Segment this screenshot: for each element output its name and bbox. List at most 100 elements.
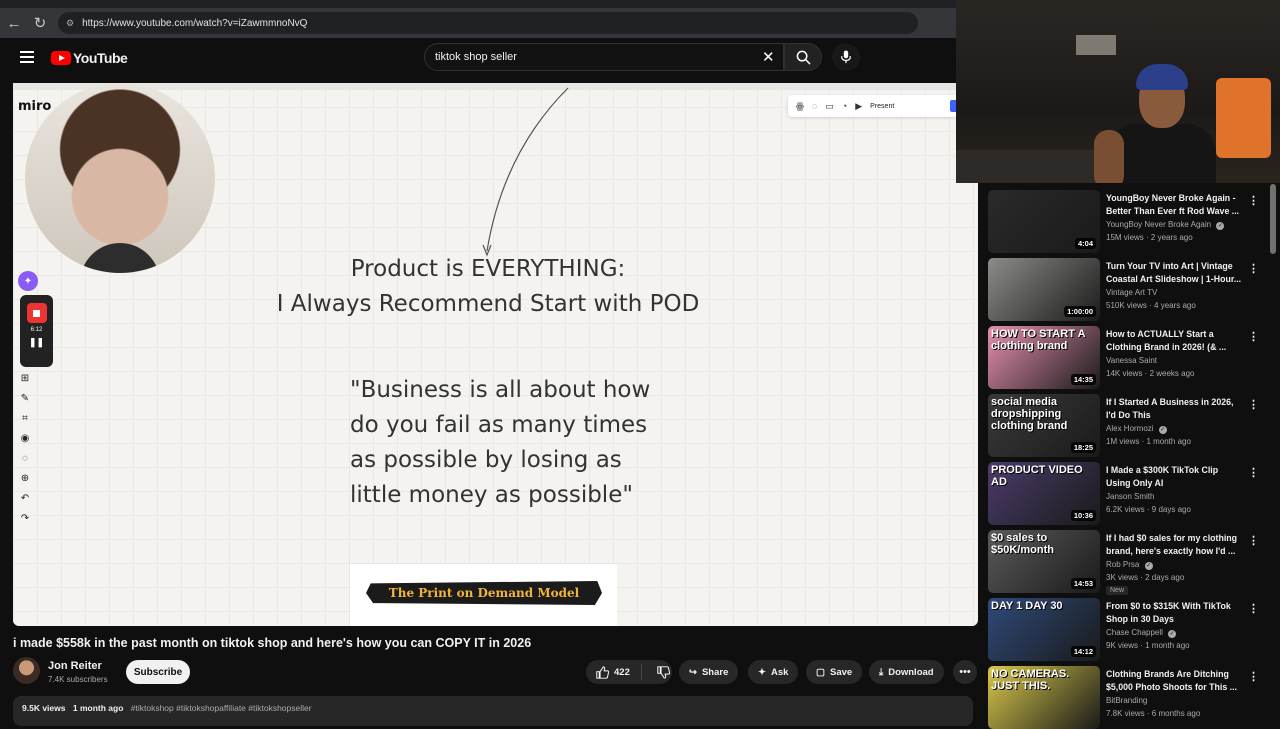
thumbnail-text: DAY 1 DAY 30: [991, 600, 1063, 612]
room-light: [1076, 35, 1116, 55]
video-thumbnail[interactable]: HOW TO START A clothing brand 14:35: [988, 326, 1100, 389]
presenter-webcam: [25, 83, 215, 273]
video-thumbnail[interactable]: $0 sales to $50K/month 14:53: [988, 530, 1100, 593]
recommendation-channel-name: Rob Prsa: [1106, 560, 1140, 569]
save-button[interactable]: ▢ Save: [806, 660, 863, 684]
channel-name[interactable]: Jon Reiter: [48, 660, 102, 672]
more-vertical-icon[interactable]: ⋮: [1248, 602, 1259, 615]
share-button[interactable]: ↪ Share: [679, 660, 739, 684]
duration-badge: 1:00:00: [1064, 306, 1096, 317]
recommendation-title[interactable]: I Made a $300K TikTok Clip Using Only AI: [1106, 464, 1244, 489]
voice-search-button[interactable]: [832, 43, 860, 71]
pen-icon: ✎: [20, 393, 30, 404]
video-thumbnail[interactable]: DAY 1 DAY 30 14:12: [988, 598, 1100, 661]
dislike-button[interactable]: [647, 665, 670, 679]
slide-quote: "Business is all about how do you fail a…: [350, 373, 710, 513]
video-thumbnail[interactable]: 1:00:00: [988, 258, 1100, 321]
recommendation-channel-name: Vanessa Saint: [1106, 356, 1157, 365]
recommendation-meta: 9K views · 1 month ago: [1106, 641, 1190, 650]
recommendation-channel-name: YoungBoy Never Broke Again: [1106, 220, 1212, 229]
ai-sparkle-icon: ✦: [18, 271, 38, 291]
clear-search-icon[interactable]: ✕: [762, 48, 775, 66]
more-vertical-icon[interactable]: ⋮: [1248, 534, 1259, 547]
subscribe-button[interactable]: Subscribe: [126, 660, 190, 684]
slide-title-line-1: Product is EVERYTHING:: [350, 256, 626, 282]
recommendation-meta: 15M views · 2 years ago: [1106, 233, 1193, 242]
more-actions-button[interactable]: •••: [953, 660, 977, 684]
download-button[interactable]: ⤓ Download: [869, 660, 944, 684]
play-icon: ▶: [855, 100, 863, 111]
presenter-shirt: [80, 243, 160, 273]
recommendation-item[interactable]: PRODUCT VIDEO AD 10:36 I Made a $300K Tik…: [988, 458, 1268, 525]
back-icon[interactable]: ←: [2, 11, 26, 35]
recommendation-channel[interactable]: Alex Hormozi ✓: [1106, 424, 1167, 434]
recommendation-channel[interactable]: Chase Chappell ✓: [1106, 628, 1177, 638]
ask-button[interactable]: ✦ Ask: [748, 660, 799, 684]
more-horizontal-icon: •••: [959, 666, 971, 678]
reload-icon[interactable]: ↻: [28, 11, 52, 35]
youtube-logo[interactable]: YouTube: [51, 50, 128, 66]
view-count: 9.5K views: [22, 703, 66, 713]
recommendation-title[interactable]: If I had $0 sales for my clothing brand,…: [1106, 532, 1244, 557]
site-info-icon[interactable]: ⚙: [66, 18, 74, 29]
recommendation-channel[interactable]: Rob Prsa ✓: [1106, 560, 1153, 570]
thumbnail-text: HOW TO START A clothing brand: [991, 328, 1086, 352]
search-button[interactable]: [784, 43, 822, 71]
more-vertical-icon[interactable]: ⋮: [1248, 670, 1259, 683]
save-label: Save: [829, 666, 853, 678]
menu-icon[interactable]: [20, 51, 34, 63]
search-input[interactable]: tiktok shop seller: [424, 43, 784, 71]
youtube-logo-text: YouTube: [73, 50, 128, 66]
search-input-value: tiktok shop seller: [435, 51, 517, 63]
redo-icon: ↷: [20, 513, 30, 524]
recommendation-channel-name: BitBranding: [1106, 696, 1148, 705]
share-label: Share: [701, 666, 729, 678]
recommendation-title[interactable]: YoungBoy Never Broke Again - Better Than…: [1106, 192, 1244, 217]
sidebar-scrollbar[interactable]: [1270, 184, 1276, 254]
quote-line: little money as possible": [350, 482, 633, 508]
search-icon: [796, 50, 811, 65]
download-label: Download: [888, 666, 934, 678]
recommendation-title[interactable]: How to ACTUALLY Start a Clothing Brand i…: [1106, 328, 1244, 353]
recommendation-channel[interactable]: Vintage Art TV: [1106, 288, 1157, 297]
recommendation-channel[interactable]: BitBranding: [1106, 696, 1147, 705]
recording-widget: 6:12 ❚❚: [20, 295, 53, 367]
recommendation-item[interactable]: HOW TO START A clothing brand 14:35 How t…: [988, 322, 1268, 389]
hashtags[interactable]: #tiktokshop #tiktokshopaffiliate #tiktok…: [131, 703, 312, 713]
recommendation-item[interactable]: DAY 1 DAY 30 14:12 From $0 to $315K With …: [988, 594, 1268, 661]
video-thumbnail[interactable]: PRODUCT VIDEO AD 10:36: [988, 462, 1100, 525]
recommendation-item[interactable]: NO CAMERAS. JUST THIS. Clothing Brands A…: [988, 662, 1268, 729]
video-thumbnail[interactable]: social media dropshipping clothing brand…: [988, 394, 1100, 457]
recommendation-item[interactable]: 1:00:00 Turn Your TV into Art | Vintage …: [988, 254, 1268, 321]
video-thumbnail[interactable]: 4:04: [988, 190, 1100, 253]
more-vertical-icon[interactable]: ⋮: [1248, 398, 1259, 411]
description-box[interactable]: 9.5K views 1 month ago #tiktokshop #tikt…: [13, 696, 973, 726]
pod-banner: The Print on Demand Model: [366, 581, 602, 605]
undo-icon: ↶: [20, 493, 30, 504]
slide-title-line-2: I Always Recommend Start with POD: [276, 291, 700, 317]
duration-badge: 4:04: [1074, 238, 1096, 249]
like-button[interactable]: 422: [586, 664, 642, 680]
recommendation-item[interactable]: $0 sales to $50K/month 14:53 If I had $0 …: [988, 526, 1268, 595]
recommendation-meta: 1M views · 1 month ago: [1106, 437, 1191, 446]
recommendation-title[interactable]: Clothing Brands Are Ditching $5,000 Phot…: [1106, 668, 1244, 693]
recommendation-channel[interactable]: Janson Smith: [1106, 492, 1154, 501]
video-player[interactable]: miro ꙮ ◌ ▭ ◔ ▶ Present ✦ ➤ 6:12 ❚❚ ⊞ ✎ ⌗…: [13, 83, 978, 626]
more-vertical-icon[interactable]: ⋮: [1248, 330, 1259, 343]
recommendation-channel[interactable]: Vanessa Saint: [1106, 356, 1157, 365]
more-vertical-icon[interactable]: ⋮: [1248, 466, 1259, 479]
bookmark-icon: ▢: [816, 666, 825, 678]
recommendation-item[interactable]: social media dropshipping clothing brand…: [988, 390, 1268, 457]
recommendation-title[interactable]: From $0 to $315K With TikTok Shop in 30 …: [1106, 600, 1244, 625]
recommendation-item[interactable]: 4:04 YoungBoy Never Broke Again - Better…: [988, 186, 1268, 253]
duration-badge: 10:36: [1070, 510, 1096, 521]
miro-tool-list: ⊞ ✎ ⌗ ◉ ◌ ⊕ ↶ ↷: [17, 373, 33, 524]
miro-logo: miro: [18, 99, 52, 114]
more-vertical-icon[interactable]: ⋮: [1248, 194, 1259, 207]
recommendation-title[interactable]: If I Started A Business in 2026, I'd Do …: [1106, 396, 1244, 421]
recommendation-channel[interactable]: YoungBoy Never Broke Again ✓: [1106, 220, 1225, 230]
channel-avatar[interactable]: [13, 657, 40, 684]
recommendation-title[interactable]: Turn Your TV into Art | Vintage Coastal …: [1106, 260, 1244, 285]
more-vertical-icon[interactable]: ⋮: [1248, 262, 1259, 275]
address-bar[interactable]: ⚙ https://www.youtube.com/watch?v=iZawmm…: [58, 12, 918, 34]
